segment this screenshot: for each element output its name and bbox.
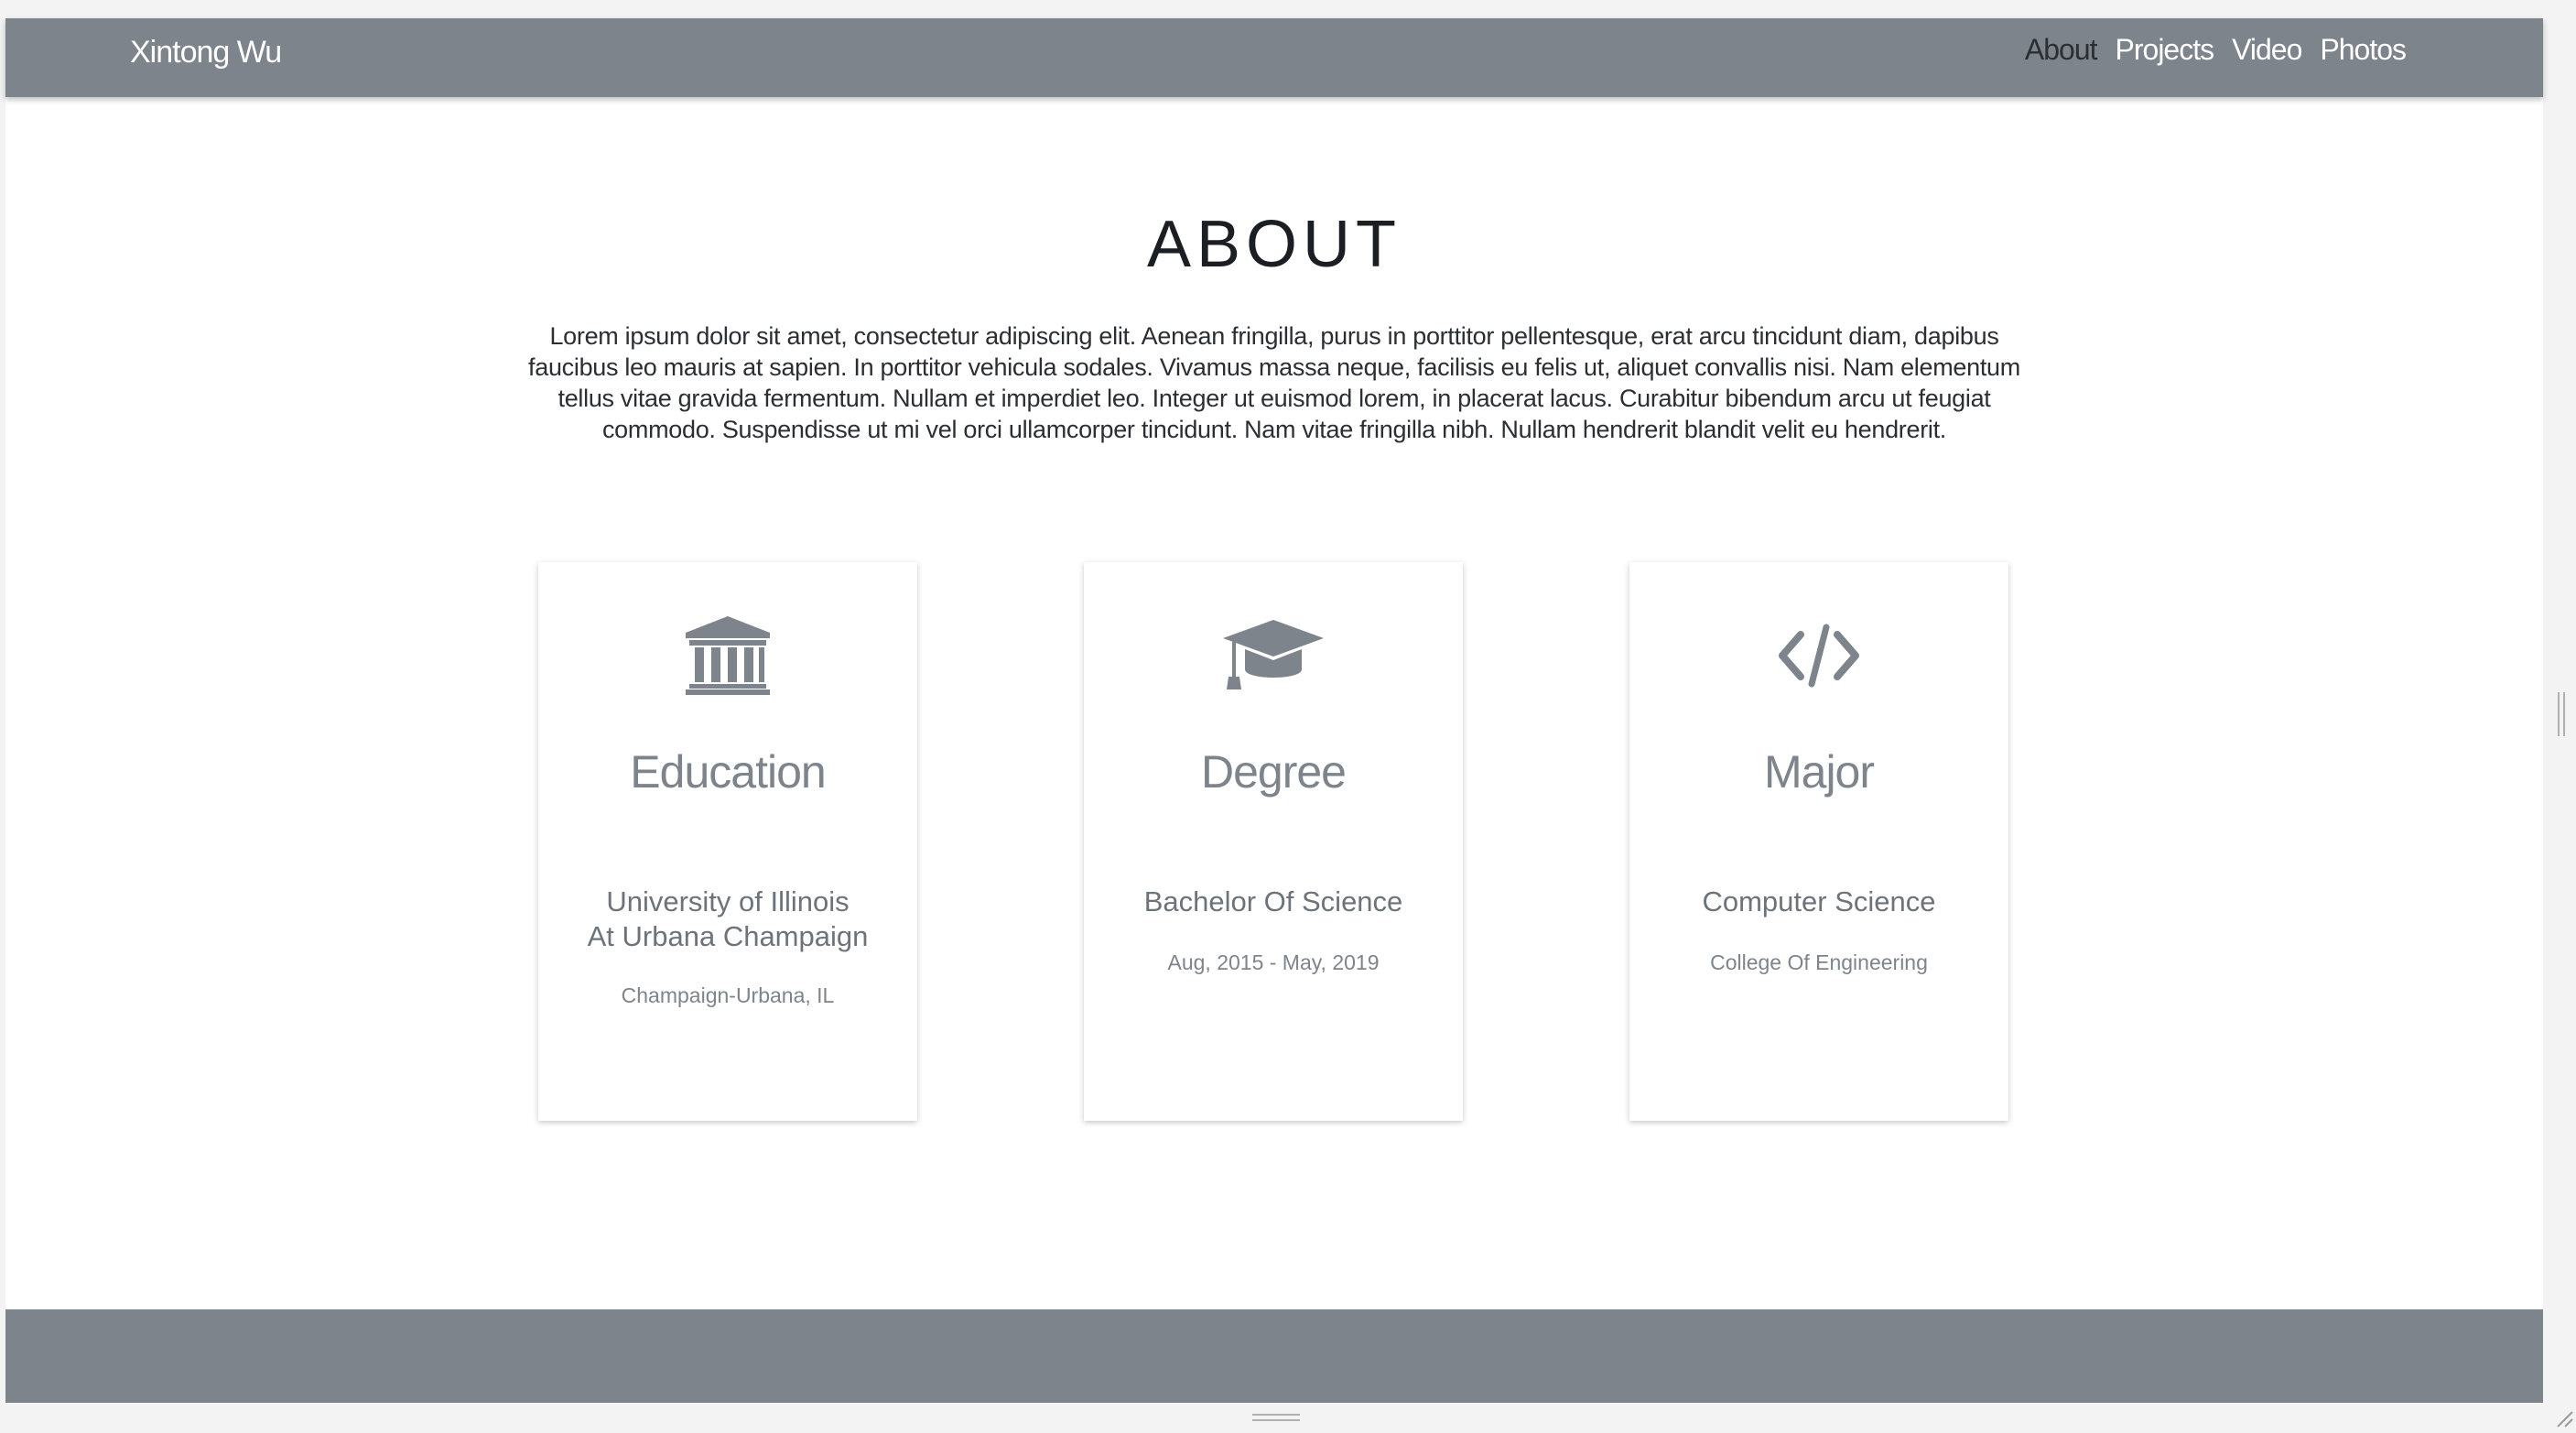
card-heading: Degree (1201, 746, 1347, 798)
nav-link-projects[interactable]: Projects (2116, 33, 2215, 67)
horizontal-resize-handle[interactable] (1252, 1414, 1300, 1421)
card-primary-line1: University of Illinois (606, 885, 850, 917)
nav-links: About Projects Video Photos (2025, 33, 2407, 67)
nav-link-about[interactable]: About (2025, 33, 2098, 67)
brand-name[interactable]: Xintong Wu (130, 35, 282, 71)
card-secondary-text: Aug, 2015 - May, 2019 (1167, 950, 1380, 974)
major-card: Major Computer Science College Of Engine… (1629, 562, 2008, 1121)
graduation-cap-icon (1084, 612, 1463, 700)
card-primary-line1: Computer Science (1702, 885, 1936, 917)
navbar: Xintong Wu About Projects Video Photos (5, 18, 2543, 97)
education-card: Education University of Illinois At Urba… (538, 562, 917, 1121)
card-primary-line1: Bachelor Of Science (1143, 885, 1403, 917)
card-primary-line2: At Urbana Champaign (587, 920, 869, 952)
degree-card: Degree Bachelor Of Science Aug, 2015 - M… (1084, 562, 1463, 1121)
card-primary-text: Computer Science (1629, 885, 2008, 919)
card-heading: Major (1763, 746, 1875, 798)
institution-icon (538, 612, 917, 700)
card-secondary-text: College Of Engineering (1710, 950, 1928, 974)
card-primary-text: Bachelor Of Science (1084, 885, 1463, 919)
code-icon (1629, 612, 2008, 700)
about-intro: Lorem ipsum dolor sit amet, consectetur … (528, 322, 2020, 443)
nav-link-photos[interactable]: Photos (2320, 33, 2407, 67)
page: Xintong Wu About Projects Video Photos A… (5, 18, 2543, 1403)
card-heading: Education (630, 746, 826, 798)
nav-link-video[interactable]: Video (2232, 33, 2302, 67)
page-title: ABOUT (1146, 208, 1402, 281)
resize-grip-icon[interactable] (2554, 1408, 2574, 1428)
vertical-scroll-handle[interactable] (2558, 692, 2565, 736)
card-secondary-text: Champaign-Urbana, IL (621, 983, 835, 1007)
card-primary-text: University of Illinois At Urbana Champai… (538, 885, 917, 954)
footer (5, 1309, 2543, 1403)
